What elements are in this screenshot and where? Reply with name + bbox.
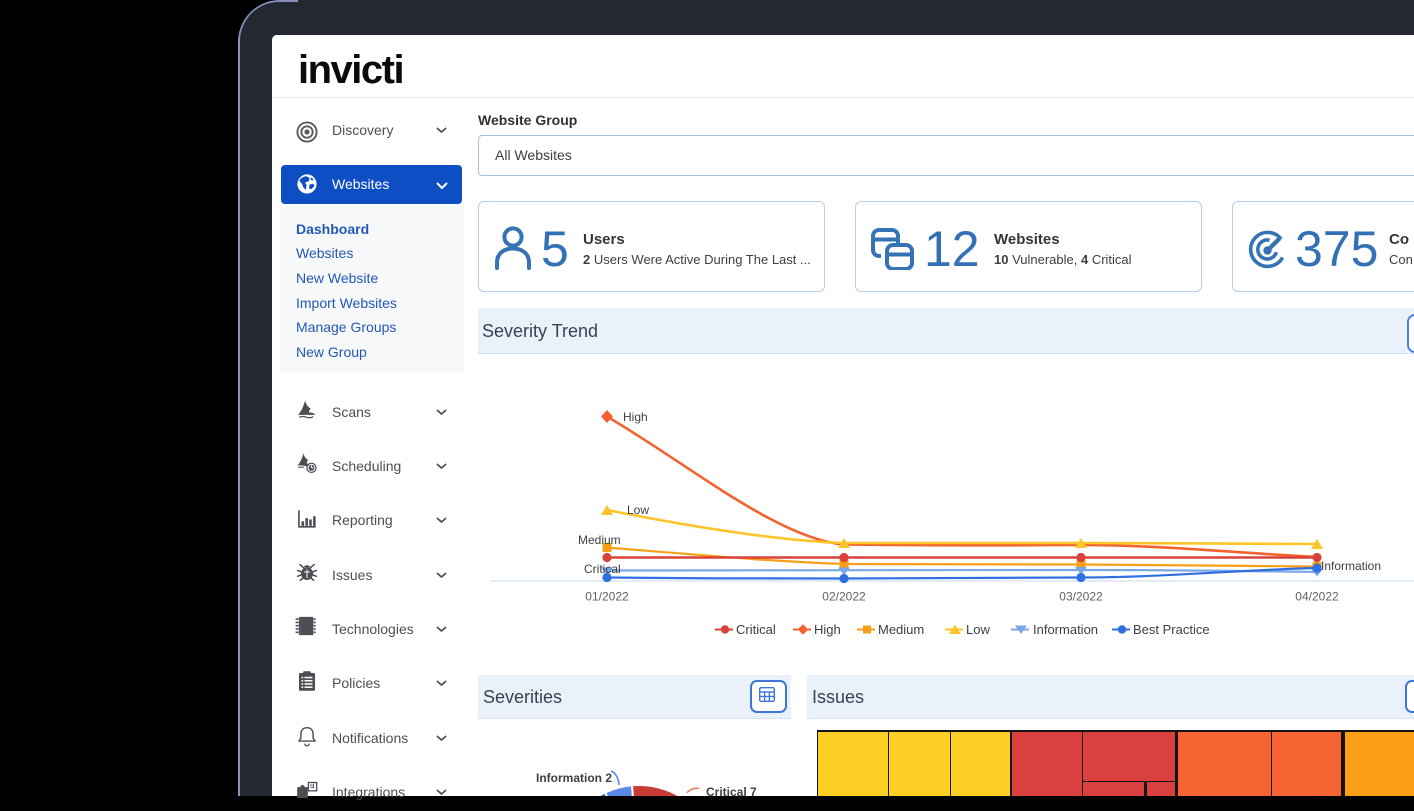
svg-text:03/2022: 03/2022 [1059,590,1103,604]
svg-text:01/2022: 01/2022 [585,590,629,604]
svg-text:02/2022: 02/2022 [822,590,866,604]
svg-text:Low: Low [966,622,990,637]
svg-text:High: High [814,622,841,637]
svg-text:04/2022: 04/2022 [1295,590,1339,604]
svg-text:Information: Information [1321,559,1381,573]
svg-text:Best Practice: Best Practice [1133,622,1210,637]
svg-text:Medium: Medium [878,622,924,637]
svg-text:Medium: Medium [578,533,621,547]
svg-text:Information: Information [1033,622,1098,637]
svg-text:Critical: Critical [584,562,621,576]
svg-text:Critical: Critical [736,622,776,637]
svg-text:Low: Low [627,503,649,517]
svg-text:High: High [623,410,648,424]
